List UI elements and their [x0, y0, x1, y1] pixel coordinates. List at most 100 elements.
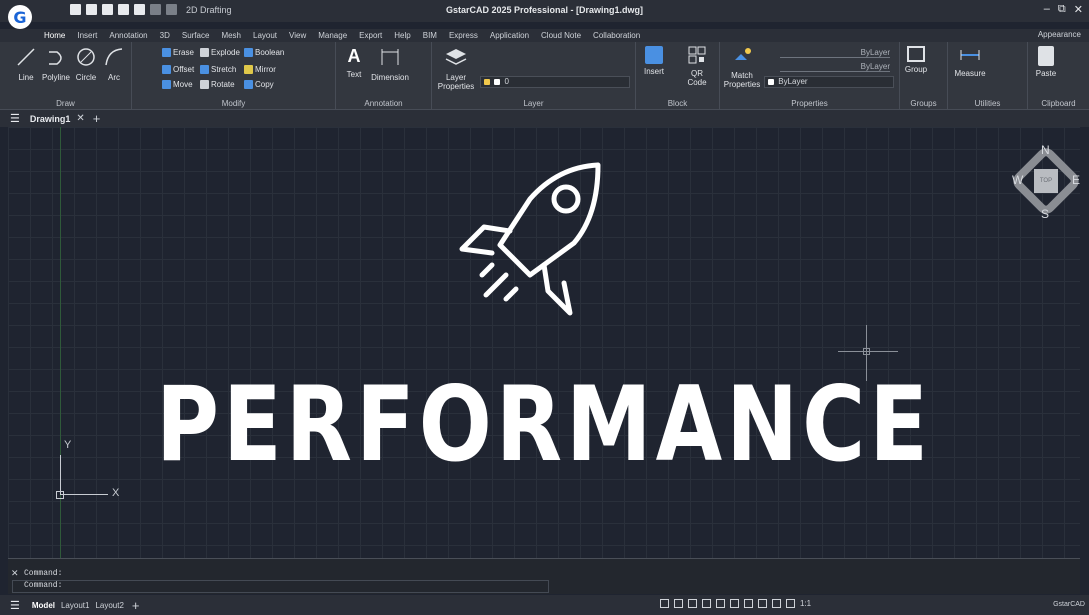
rotate-button[interactable]: Rotate [200, 80, 235, 90]
dimension-tool[interactable]: Dimension [370, 46, 410, 82]
tab-mesh[interactable]: Mesh [215, 31, 247, 40]
window-controls: – ⧉ ✕ [1044, 3, 1083, 16]
compass-west[interactable]: W [1012, 173, 1023, 187]
tab-collaboration[interactable]: Collaboration [587, 31, 646, 40]
circle-tool[interactable]: Circle [74, 46, 98, 82]
compass-north[interactable]: N [1041, 143, 1050, 157]
utilities-panel: Measure Utilities [948, 42, 1028, 110]
tab-view[interactable]: View [283, 31, 312, 40]
layout2-tab[interactable]: Layout2 [95, 601, 123, 610]
command-input[interactable] [12, 580, 549, 593]
close-icon[interactable]: ✕ [1074, 3, 1083, 16]
erase-label: Erase [173, 48, 194, 57]
tab-surface[interactable]: Surface [176, 31, 216, 40]
compass-south[interactable]: S [1041, 207, 1049, 221]
insert-tool[interactable]: Insert [640, 46, 668, 76]
viewcube-top-face[interactable]: TOP [1034, 169, 1058, 193]
tab-annotation[interactable]: Annotation [103, 31, 153, 40]
tab-cloud-note[interactable]: Cloud Note [535, 31, 587, 40]
osnap-toggle-icon[interactable] [716, 599, 725, 608]
annotation-panel-title: Annotation [364, 99, 403, 108]
tab-help[interactable]: Help [388, 31, 416, 40]
boolean-label: Boolean [255, 48, 285, 57]
arc-tool[interactable]: Arc [102, 46, 126, 82]
draw-panel-title: Draw [56, 99, 75, 108]
tab-bim[interactable]: BIM [417, 31, 443, 40]
boolean-button[interactable]: Boolean [244, 48, 285, 58]
measure-label: Measure [954, 69, 986, 78]
command-history-line: Command: [24, 569, 63, 578]
minimize-icon[interactable]: – [1044, 3, 1050, 16]
stretch-label: Stretch [211, 65, 237, 74]
performance-headline: PERFORMANCE [155, 365, 933, 485]
ucs-origin-box [56, 491, 64, 499]
tab-manage[interactable]: Manage [312, 31, 353, 40]
compass-east[interactable]: E [1072, 173, 1080, 187]
offset-button[interactable]: Offset [162, 65, 195, 75]
linetype-dropdown[interactable]: ByLayer [780, 62, 890, 72]
close-command-icon[interactable]: ✕ [11, 568, 19, 579]
block-panel-title: Block [667, 99, 688, 108]
otrack-toggle-icon[interactable] [730, 599, 739, 608]
block-panel: Insert QR Code Block [636, 42, 720, 110]
add-layout-icon[interactable]: + [132, 598, 140, 613]
selection-cycling-icon[interactable] [786, 599, 795, 608]
tab-insert[interactable]: Insert [71, 31, 103, 40]
transparency-toggle-icon[interactable] [772, 599, 781, 608]
lineweight-toggle-icon[interactable] [758, 599, 767, 608]
group-tool[interactable]: Group [902, 46, 930, 74]
paste-tool[interactable]: Paste [1032, 46, 1060, 78]
group-icon [907, 46, 925, 62]
gstarcad-window: 2D Drafting GstarCAD 2025 Professional -… [0, 0, 1089, 615]
erase-button[interactable]: Erase [162, 48, 194, 58]
layer-properties-tool[interactable]: Layer Properties [436, 46, 476, 91]
app-logo-button[interactable]: G [8, 5, 32, 29]
line-icon [17, 48, 35, 66]
tab-3d[interactable]: 3D [154, 31, 176, 40]
current-layer-value: 0 [504, 77, 509, 86]
document-tab[interactable]: Drawing1 [30, 114, 71, 124]
annotation-scale[interactable]: 1:1 [800, 599, 811, 608]
polyline-tool[interactable]: Polyline [40, 46, 72, 82]
move-button[interactable]: Move [162, 80, 193, 90]
viewcube[interactable]: TOP N S E W [1009, 143, 1080, 221]
restore-icon[interactable]: ⧉ [1058, 3, 1066, 16]
tab-export[interactable]: Export [353, 31, 388, 40]
measure-tool[interactable]: Measure [952, 46, 988, 78]
boolean-icon [244, 48, 253, 58]
polar-toggle-icon[interactable] [702, 599, 711, 608]
grid-toggle-icon[interactable] [660, 599, 669, 608]
copy-button[interactable]: Copy [244, 80, 274, 90]
text-tool[interactable]: A Text [342, 46, 366, 79]
tab-home[interactable]: Home [38, 31, 71, 40]
model-tab[interactable]: Model [32, 601, 55, 610]
color-dropdown[interactable]: ByLayer [780, 48, 890, 58]
lineweight-dropdown[interactable]: ByLayer [764, 76, 894, 88]
tab-layout[interactable]: Layout [247, 31, 283, 40]
drawing-canvas[interactable]: PERFORMANCE Y X TOP N S E W [8, 127, 1080, 558]
layer-stack-icon [445, 49, 467, 65]
tab-application[interactable]: Application [484, 31, 535, 40]
offset-label: Offset [173, 65, 195, 74]
layer-dropdown[interactable]: 0 [480, 76, 630, 88]
qr-code-tool[interactable]: QR Code [682, 46, 712, 87]
line-tool[interactable]: Line [14, 46, 38, 82]
ortho-toggle-icon[interactable] [688, 599, 697, 608]
layout1-tab[interactable]: Layout1 [61, 601, 89, 610]
explode-button[interactable]: Explode [200, 48, 240, 58]
dyn-toggle-icon[interactable] [744, 599, 753, 608]
status-menu-icon[interactable]: ☰ [10, 599, 20, 612]
stretch-button[interactable]: Stretch [200, 65, 237, 75]
appearance-menu[interactable]: Appearance [1038, 30, 1081, 39]
ribbon-tabs: Home Insert Annotation 3D Surface Mesh L… [0, 29, 1089, 42]
hamburger-menu-icon[interactable]: ☰ [10, 112, 20, 125]
mirror-button[interactable]: Mirror [244, 65, 276, 75]
draw-panel: Line Polyline Circle Arc Draw [0, 42, 132, 110]
tab-express[interactable]: Express [443, 31, 484, 40]
snap-toggle-icon[interactable] [674, 599, 683, 608]
dimension-icon [381, 49, 399, 65]
new-tab-icon[interactable]: + [93, 111, 101, 126]
qr-code-label: QR Code [687, 69, 707, 87]
close-tab-icon[interactable]: ✕ [76, 113, 84, 124]
match-properties-tool[interactable]: Match Properties [722, 46, 762, 89]
